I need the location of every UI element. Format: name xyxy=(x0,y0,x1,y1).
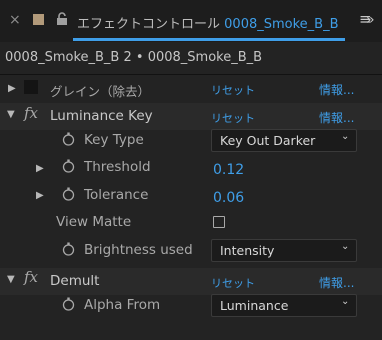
fx-toggle-icon[interactable]: fx xyxy=(24,268,38,286)
chevron-down-icon: ⌄ xyxy=(341,131,350,142)
fx-toggle-icon[interactable]: fx xyxy=(24,104,38,122)
active-tab-indicator xyxy=(73,38,345,41)
threshold-value[interactable]: 0.12 xyxy=(213,162,244,178)
param-label-alpha-from: Alpha From xyxy=(84,297,161,313)
divider xyxy=(0,74,382,75)
effect-name-grain: グレイン（除去） xyxy=(50,84,151,99)
collapse-icon[interactable]: ▼ xyxy=(7,274,15,285)
collapse-icon[interactable]: ▼ xyxy=(7,109,15,120)
key-type-value: Key Out Darker xyxy=(220,133,316,148)
stopwatch-icon[interactable] xyxy=(62,242,75,256)
effect-name-demult: Demult xyxy=(50,273,100,289)
info-link-demult[interactable]: 情報... xyxy=(319,274,354,291)
chevron-down-icon: ⌄ xyxy=(341,241,350,252)
label-color-swatch xyxy=(33,14,44,25)
reset-button-demult[interactable]: リセット xyxy=(211,275,255,291)
stopwatch-icon[interactable] xyxy=(62,132,75,146)
stopwatch-icon[interactable] xyxy=(62,159,75,173)
expand-icon[interactable]: ▶ xyxy=(36,190,44,201)
effect-name-luminance-key: Luminance Key xyxy=(50,108,153,124)
tab-title: エフェクトコントロール xyxy=(77,17,221,32)
breadcrumb[interactable]: 0008_Smoke_B_B 2 • 0008_Smoke_B_B xyxy=(5,50,262,65)
stopwatch-icon[interactable] xyxy=(62,187,75,201)
more-tabs-icon[interactable]: » xyxy=(366,12,374,28)
reset-button-grain[interactable]: リセット xyxy=(211,82,255,98)
expand-icon[interactable]: ▶ xyxy=(36,163,44,174)
expand-icon[interactable]: ▶ xyxy=(8,83,16,94)
stopwatch-icon[interactable] xyxy=(62,297,75,311)
tolerance-value[interactable]: 0.06 xyxy=(213,190,244,206)
info-link-luminance-key[interactable]: 情報... xyxy=(319,109,354,126)
param-label-tolerance: Tolerance xyxy=(84,187,149,203)
param-label-key-type: Key Type xyxy=(84,132,144,148)
param-label-brightness-used: Brightness used xyxy=(84,242,193,258)
param-label-view-matte: View Matte xyxy=(56,214,132,230)
info-link-grain[interactable]: 情報... xyxy=(319,81,354,98)
close-tab-icon[interactable]: × xyxy=(9,12,21,28)
view-matte-checkbox[interactable] xyxy=(213,216,225,228)
tab-effect-controls[interactable]: エフェクトコントロール 0008_Smoke_B_B xyxy=(77,13,339,32)
alpha-from-value: Luminance xyxy=(220,298,289,313)
param-label-threshold: Threshold xyxy=(84,159,151,175)
reset-button-luminance-key[interactable]: リセット xyxy=(211,110,255,126)
chevron-down-icon: ⌄ xyxy=(341,296,350,307)
brightness-used-value: Intensity xyxy=(220,243,275,258)
tab-clip-name: 0008_Smoke_B_B xyxy=(224,17,339,32)
lock-icon[interactable] xyxy=(56,12,68,26)
fx-toggle-icon[interactable] xyxy=(24,80,38,94)
